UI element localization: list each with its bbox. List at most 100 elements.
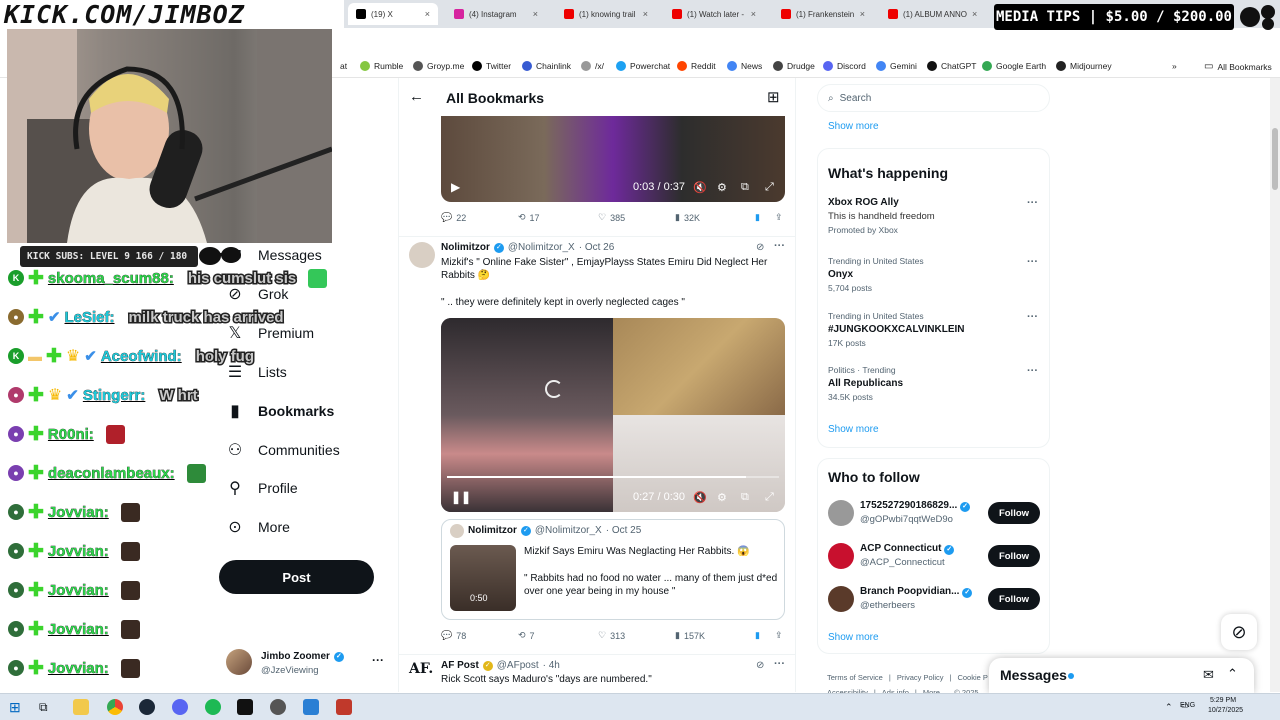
close-icon[interactable]: ×	[860, 9, 865, 19]
steam-icon[interactable]	[139, 699, 155, 715]
author-name[interactable]: Nolimitzor	[441, 242, 490, 253]
fullscreen-icon[interactable]: ⤢	[765, 491, 774, 504]
volume-icon[interactable]: 🔇	[693, 491, 707, 504]
browser-tab[interactable]: (1) Watch later - ×	[664, 3, 764, 25]
chevron-up-icon[interactable]: ⌃	[1227, 666, 1238, 682]
grok-icon[interactable]: ⊘	[756, 660, 764, 671]
tweet-date[interactable]: · 4h	[543, 660, 560, 671]
author-handle[interactable]: @Nolimitzor_X	[508, 242, 575, 253]
close-icon[interactable]: ×	[643, 9, 648, 19]
back-arrow-icon[interactable]: ←	[409, 88, 424, 105]
like-button[interactable]: ♡ 385	[598, 212, 625, 223]
browser-tab[interactable]: (4) Instagram ×	[446, 3, 546, 25]
show-more-link[interactable]: Show more	[828, 121, 879, 132]
browser-tab[interactable]: (1) ALBUM ANNO ×	[880, 3, 980, 25]
browser-tab[interactable]: (19) X ×	[348, 3, 438, 25]
bookmark-add-icon[interactable]: ⊞	[767, 88, 780, 106]
trend-item[interactable]: Politics · Trending All Republicans 34.5…	[828, 365, 1040, 407]
file-explorer-icon[interactable]	[73, 699, 89, 715]
tweet-date[interactable]: · Oct 26	[579, 242, 615, 253]
show-more-link[interactable]: Show more	[828, 424, 879, 435]
all-bookmarks[interactable]: ▭ All Bookmarks	[1204, 61, 1272, 72]
follow-button[interactable]: Follow	[988, 545, 1040, 567]
bookmark-item[interactable]: /x/	[581, 61, 604, 71]
windows-start-icon[interactable]: ⊞	[9, 699, 25, 715]
app-icon[interactable]	[303, 699, 319, 715]
show-more-link[interactable]: Show more	[828, 632, 879, 643]
app-icon[interactable]	[336, 699, 352, 715]
settings-icon[interactable]: ⚙	[717, 181, 727, 194]
close-icon[interactable]: ×	[533, 9, 538, 19]
discord-icon[interactable]	[172, 699, 188, 715]
avatar[interactable]: AF.	[409, 661, 435, 687]
follow-button[interactable]: Follow	[988, 502, 1040, 524]
bookmark-item[interactable]: Gemini	[876, 61, 917, 71]
bookmark-item[interactable]: News	[727, 61, 762, 71]
fullscreen-icon[interactable]: ⤢	[765, 181, 774, 194]
spotify-icon[interactable]	[205, 699, 221, 715]
close-icon[interactable]: ×	[972, 9, 977, 19]
footer-link[interactable]: Terms of Service	[827, 673, 883, 682]
like-button[interactable]: ♡ 313	[598, 630, 625, 641]
follow-suggestion[interactable]: 1752527290186829... ✓ @gOPwbi7qqtWeD9o Fol…	[828, 497, 1040, 529]
more-icon[interactable]: ···	[1027, 197, 1038, 209]
trend-item[interactable]: Trending in United States #JUNGKOOKXCALV…	[828, 311, 1040, 353]
follow-button[interactable]: Follow	[988, 588, 1040, 610]
more-icon[interactable]: ···	[1027, 256, 1038, 268]
bookmark-item[interactable]: Google Earth	[982, 61, 1046, 71]
more-icon[interactable]: ···	[774, 240, 785, 252]
chrome-icon[interactable]	[107, 699, 123, 715]
bookmark-item[interactable]: Discord	[823, 61, 866, 71]
bookmark-item[interactable]: Twitter	[472, 61, 511, 71]
bookmark-item[interactable]: Groyp.me	[413, 61, 464, 71]
trend-item[interactable]: Xbox ROG Ally This is handheld freedom P…	[828, 197, 1040, 239]
bookmark-item[interactable]: at	[340, 61, 347, 71]
new-message-icon[interactable]: ✉	[1203, 667, 1214, 683]
chevron-right-icon[interactable]: »	[1172, 61, 1177, 71]
close-icon[interactable]: ×	[425, 9, 430, 19]
more-icon[interactable]: ···	[774, 658, 785, 670]
tweet-video[interactable]: ❚❚ 0:27 / 0:30 🔇 ⚙ ⧉ ⤢	[441, 318, 785, 512]
browser-tab[interactable]: (1) knowing trail ×	[556, 3, 656, 25]
progress-track[interactable]	[447, 476, 779, 478]
messages-drawer[interactable]: Messages ✉ ⌃	[989, 658, 1254, 693]
bookmark-icon[interactable]: ▮	[755, 630, 760, 641]
browser-tab[interactable]: (1) Frankenstein ×	[773, 3, 873, 25]
trend-item[interactable]: Trending in United States Onyx 5,704 pos…	[828, 256, 1040, 298]
repost-button[interactable]: ⟲ 17	[518, 212, 540, 223]
more-icon[interactable]: ···	[1027, 365, 1038, 377]
clock[interactable]: 5:29 PM 10/27/2025	[1208, 696, 1243, 716]
bookmark-item[interactable]: Chainlink	[522, 61, 571, 71]
share-icon[interactable]: ⇪	[775, 630, 783, 641]
follow-suggestion[interactable]: Branch Poopvidian... ✓ @etherbeers Follow	[828, 583, 1040, 615]
search-input[interactable]: ⌕ Search	[817, 84, 1050, 112]
reply-button[interactable]: 💬 22	[441, 212, 466, 223]
bookmark-icon[interactable]: ▮	[755, 212, 760, 223]
bookmark-item[interactable]: Reddit	[677, 61, 716, 71]
bookmark-item[interactable]: Rumble	[360, 61, 403, 71]
tweet-video[interactable]: ▶ 0:03 / 0:37 🔇 ⚙ ⧉ ⤢	[441, 116, 785, 202]
author-name[interactable]: AF Post	[441, 660, 479, 671]
pip-icon[interactable]: ⧉	[741, 181, 749, 194]
task-view-icon[interactable]: ⧉	[39, 699, 55, 715]
author-handle[interactable]: @AFpost	[497, 660, 539, 671]
bookmark-item[interactable]: Midjourney	[1056, 61, 1112, 71]
grok-button[interactable]: ⊘	[1221, 614, 1257, 650]
more-icon[interactable]: ···	[372, 653, 384, 667]
volume-icon[interactable]: 🔇	[693, 181, 707, 194]
chevron-up-icon[interactable]: ⌃	[1165, 702, 1173, 713]
settings-icon[interactable]: ⚙	[717, 491, 727, 504]
reply-button[interactable]: 💬 78	[441, 630, 466, 641]
repost-button[interactable]: ⟲ 7	[518, 630, 535, 641]
avatar[interactable]	[409, 242, 435, 268]
play-icon[interactable]: ▶	[451, 180, 460, 194]
language-indicator[interactable]: ENG	[1180, 702, 1195, 709]
bookmark-item[interactable]: ChatGPT	[927, 61, 976, 71]
more-icon[interactable]: ···	[1027, 311, 1038, 323]
footer-link[interactable]: Privacy Policy	[897, 673, 944, 682]
views-button[interactable]: ▮ 157K	[675, 630, 705, 641]
views-button[interactable]: ▮ 32K	[675, 212, 700, 223]
app-icon[interactable]	[270, 699, 286, 715]
pause-icon[interactable]: ❚❚	[451, 490, 471, 504]
app-icon[interactable]	[237, 699, 253, 715]
